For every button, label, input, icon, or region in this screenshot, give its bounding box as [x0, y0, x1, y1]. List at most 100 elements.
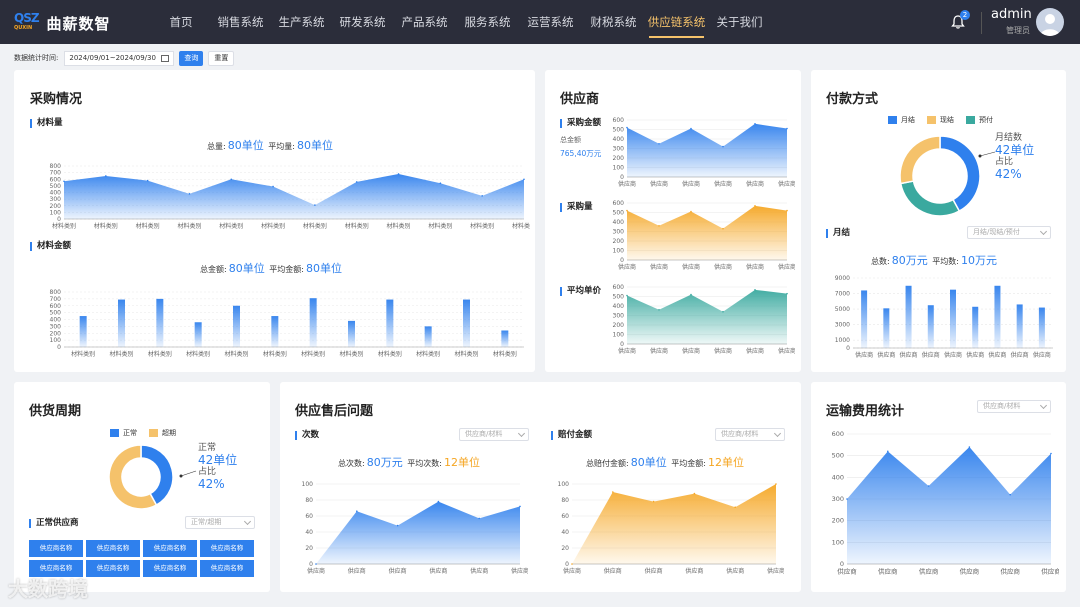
supplier-name-button[interactable]: 供应商名称 [86, 540, 140, 557]
x-tick-label: 供应商 [988, 351, 1006, 359]
y-tick-label: 400 [613, 136, 625, 143]
card-title: 运输费用统计 [826, 404, 905, 419]
date-range-input[interactable]: 2024/09/01~2024/09/30 [64, 50, 175, 66]
calendar-icon [161, 54, 170, 62]
nav-item[interactable]: 服务系统 [456, 0, 519, 44]
bar [424, 326, 432, 347]
user-name[interactable]: admin [991, 7, 1032, 22]
nav-item[interactable]: 供应链系统 [645, 0, 708, 44]
supplier-name-button[interactable]: 供应商名称 [143, 540, 197, 557]
freight-chart: 0100200300400500600供应商 供应商 供应商 供应商 供应商 供应商 [832, 430, 1059, 576]
y-tick-label: 400 [613, 303, 625, 310]
y-tick-label: 20 [561, 545, 569, 552]
x-tick-label: 供应商 [682, 180, 700, 188]
query-button[interactable]: 查询 [179, 50, 204, 66]
comp-select[interactable]: 供应商/材料 [715, 428, 785, 441]
nav-item[interactable]: 财税系统 [582, 0, 645, 44]
supplier-name-button[interactable]: 供应商名称 [29, 540, 83, 557]
y-tick-label: 0 [620, 174, 624, 181]
x-tick-label: 供应商 [470, 567, 488, 575]
bar [463, 299, 470, 347]
nav-item[interactable]: 产品系统 [393, 0, 456, 44]
legend-item: 现结 [927, 115, 954, 125]
data-point [722, 227, 724, 230]
area-fill [64, 173, 524, 219]
data-point [658, 309, 660, 311]
y-tick-label: 600 [832, 430, 844, 438]
avatar[interactable] [1036, 8, 1064, 36]
x-tick-label: 供应商 [604, 567, 622, 575]
reset-button[interactable]: 重置 [208, 50, 235, 66]
y-tick-label: 1000 [835, 337, 850, 344]
data-point [63, 180, 65, 183]
x-tick-label: 材料类别 [186, 350, 210, 358]
x-tick-label: 供应商 [960, 567, 980, 576]
x-tick-label: 供应商 [877, 351, 895, 359]
nav-item[interactable]: 首页 [152, 0, 210, 44]
supplier-name-button[interactable]: 供应商名称 [143, 560, 197, 577]
x-tick-label: 材料类别 [493, 350, 517, 358]
amt-stats: 总金额: 80单位 平均金额: 80单位 [200, 262, 342, 275]
bar [309, 298, 317, 347]
payment-pie-chart [899, 135, 981, 217]
bar [927, 305, 934, 348]
payment-type-select[interactable]: 月结/现结/预付 [967, 226, 1051, 239]
x-tick-label: 供应商 [429, 567, 447, 575]
logo[interactable]: QSZ QUXIN 曲薪数智 [14, 12, 111, 34]
supplier-card: 供应商 采购金额 总金额 765,40万元 0 100 200 300 400 500 60… [545, 70, 801, 372]
data-point [519, 505, 521, 508]
section-title: 平均单价 [560, 287, 601, 296]
data-point [786, 127, 788, 130]
y-tick-label: 600 [613, 200, 625, 207]
supplier-amt-chart: 0 100 200 300 400 500 600 供应商 供应商 供应商 供应商 供应商 供应商 [613, 117, 795, 188]
chevron-down-icon [517, 429, 526, 438]
bar [905, 285, 912, 348]
x-tick-label: 材料类别 [224, 350, 248, 358]
cycle-select[interactable]: 正常/超期 [185, 516, 255, 529]
x-tick-label: 供应商 [778, 347, 795, 355]
data-point [478, 517, 480, 520]
supplier-name-button[interactable]: 供应商名称 [200, 540, 254, 557]
nav-item[interactable]: 生产系统 [271, 0, 332, 44]
data-point [1009, 493, 1011, 496]
x-tick-label: 材料类别 [219, 222, 243, 230]
bar [950, 289, 956, 348]
nav-item[interactable]: 销售系统 [210, 0, 271, 44]
x-tick-label: 材料类别 [387, 222, 411, 230]
y-tick-label: 200 [50, 330, 62, 337]
data-point [272, 185, 274, 188]
data-point [722, 145, 724, 148]
freight-card: 运输费用统计 供应商/材料 0 100 200 300 400 500 600 供应商 供应商供… [811, 382, 1066, 592]
freight-select[interactable]: 供应商/材料 [977, 400, 1051, 413]
legend-item: 正常 [110, 428, 137, 438]
y-tick-label: 700 [50, 170, 62, 177]
y-tick-label: 300 [613, 313, 625, 320]
y-tick-label: 20 [305, 545, 313, 552]
section-title: 材料量 [30, 119, 63, 128]
x-tick-label: 供应商 [714, 180, 732, 188]
count-select[interactable]: 供应商/材料 [459, 428, 529, 441]
x-tick-label: 供应商 [855, 351, 873, 359]
pie-slice [939, 135, 981, 213]
bar [994, 285, 1001, 348]
x-tick-label: 材料类别 [148, 350, 172, 358]
supplier-name-button[interactable]: 供应商名称 [200, 560, 254, 577]
data-point [722, 310, 724, 313]
nav-item[interactable]: 运营系统 [519, 0, 582, 44]
user-role: 管理员 [1006, 26, 1030, 35]
y-tick-label: 500 [613, 294, 625, 301]
y-tick-label: 40 [561, 529, 569, 536]
nav-item[interactable]: 研发系统 [332, 0, 393, 44]
section-title: 采购量 [560, 203, 593, 212]
supplier-name-button[interactable]: 供应商名称 [86, 560, 140, 577]
comp-stats: 总赔付金额: 80单位 平均金额: 12单位 [586, 456, 744, 469]
y-tick-label: 0 [309, 561, 313, 568]
data-point [355, 181, 358, 183]
y-tick-label: 600 [613, 117, 625, 124]
filter-bar: 数据统计时间: 2024/09/01~2024/09/30 查询 重置 [14, 50, 235, 66]
x-tick-label: 材料类别 [470, 222, 494, 230]
aftersale-comp-chart: 0 20 40 60 80 100 供应商 供应商 供应商 供应商 供应商 供应商 [558, 481, 784, 575]
nav-item[interactable]: 关于我们 [708, 0, 771, 44]
y-tick-label: 300 [832, 495, 844, 503]
monthly-stats: 总数: 80万元 平均数: 10万元 [871, 254, 997, 267]
